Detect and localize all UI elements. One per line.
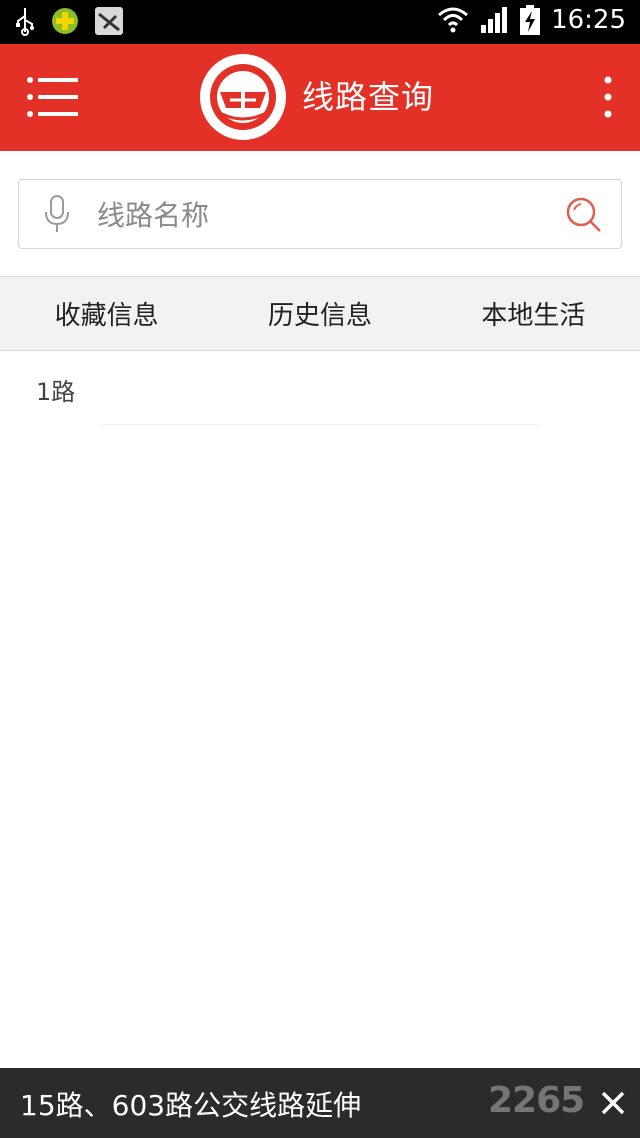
banner-text[interactable]: 15路、603路公交线路延伸	[20, 1084, 361, 1124]
notification-icons	[14, 6, 124, 36]
news-banner: 15路、603路公交线路延伸 2265	[0, 1068, 640, 1138]
tab-local-life[interactable]: 本地生活	[427, 277, 640, 350]
wifi-icon	[438, 7, 469, 33]
divider	[100, 424, 540, 425]
app-plus-icon	[52, 8, 78, 34]
signal-icon	[481, 7, 508, 33]
tab-history[interactable]: 历史信息	[213, 277, 426, 350]
close-icon[interactable]	[600, 1090, 626, 1116]
hamburger-menu-icon[interactable]	[26, 74, 82, 120]
tab-favorites[interactable]: 收藏信息	[0, 277, 213, 350]
search-bar	[18, 179, 622, 249]
bus-company-logo	[200, 54, 286, 140]
list-item[interactable]: 1路	[0, 350, 640, 426]
battery-charging-icon	[520, 5, 541, 35]
usb-icon	[16, 8, 34, 36]
route-name: 1路	[36, 378, 76, 406]
more-vert-icon[interactable]	[596, 74, 620, 120]
clock: 16:25	[551, 5, 626, 35]
page-title: 线路查询	[302, 78, 435, 116]
watermark: 2265	[488, 1080, 585, 1121]
microphone-icon[interactable]	[43, 194, 71, 234]
app-bar: 线路查询	[0, 44, 640, 151]
app-icon	[95, 7, 123, 35]
system-icons: 16:25	[437, 4, 626, 36]
search-input[interactable]	[95, 188, 559, 242]
tab-bar: 收藏信息 历史信息 本地生活	[0, 276, 640, 351]
status-bar: 16:25	[0, 0, 640, 44]
search-icon[interactable]	[565, 196, 603, 234]
